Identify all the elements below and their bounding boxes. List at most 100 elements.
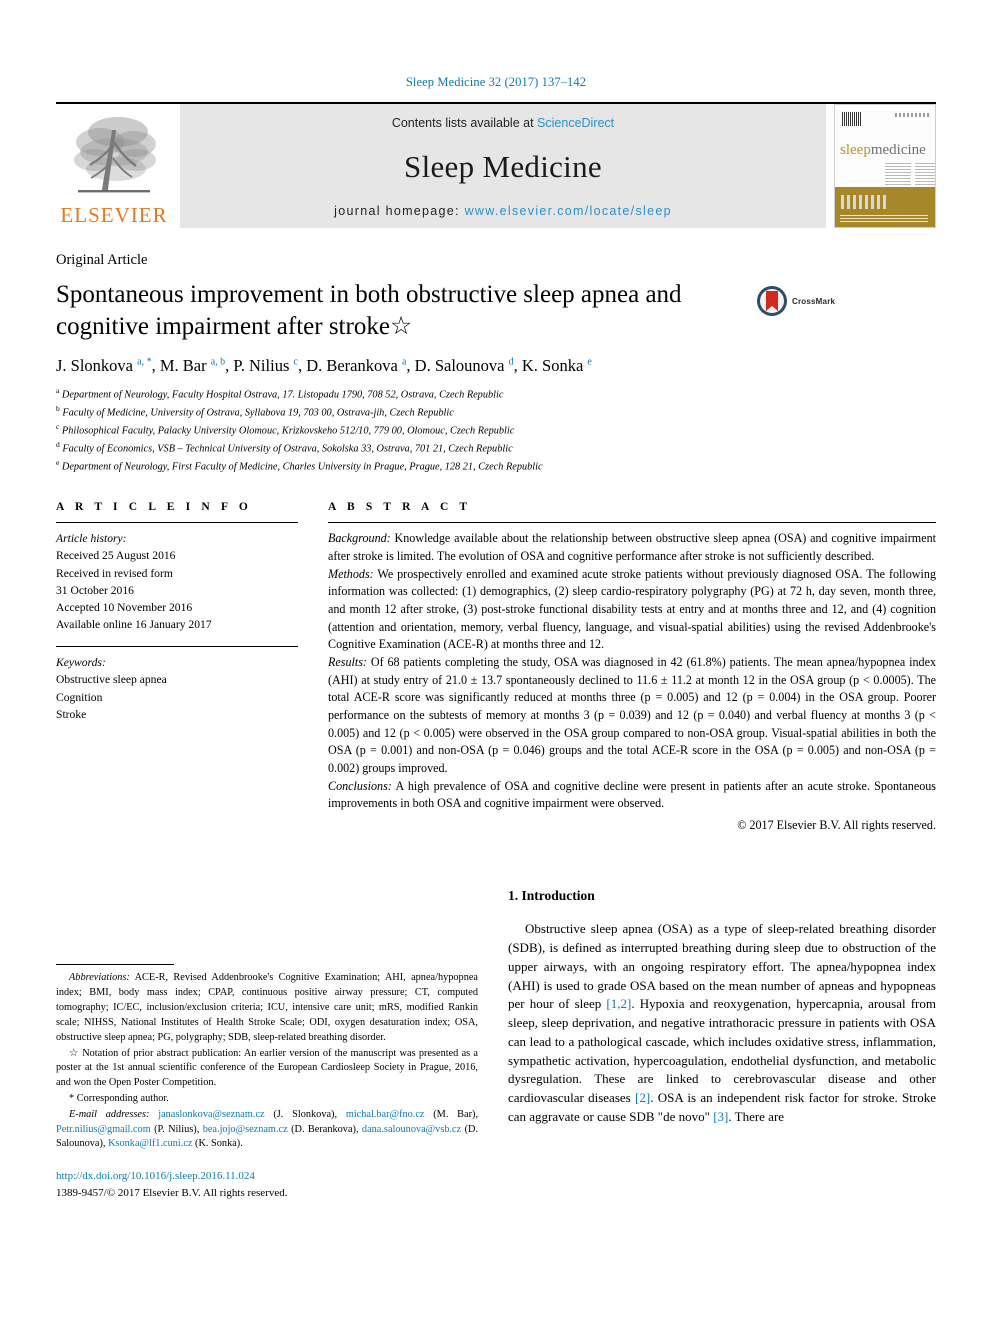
cover-title-part1: sleep: [840, 142, 871, 158]
citation-link[interactable]: [3]: [713, 1109, 728, 1124]
affiliation-mark: d: [56, 440, 60, 450]
cover-text-block-right: [915, 163, 935, 185]
abstract-background-label: Background:: [328, 531, 391, 546]
affiliation-mark: a: [56, 386, 60, 395]
cover-title: sleepmedicine: [840, 143, 932, 158]
abstract-conclusions-label: Conclusions:: [328, 778, 392, 793]
keywords-rule: [56, 646, 298, 648]
affiliation-item: b Faculty of Medicine, University of Ost…: [56, 403, 936, 421]
lower-columns: Abbreviations: ACE-R, Revised Addenbrook…: [56, 888, 936, 1308]
cover-society-logos: [841, 195, 889, 209]
history-item: Received in revised form: [56, 566, 173, 580]
email-owner: (J. Slonkova),: [273, 1108, 338, 1120]
doi-link[interactable]: http://dx.doi.org/10.1016/j.sleep.2016.1…: [56, 1168, 478, 1185]
affiliation-item: e Department of Neurology, First Faculty…: [56, 457, 936, 475]
elsevier-wordmark: ELSEVIER: [60, 203, 168, 227]
keywords-block: Keywords: Obstructive sleep apnea Cognit…: [56, 654, 298, 723]
title-row: Spontaneous improvement in both obstruct…: [56, 279, 936, 342]
email-link[interactable]: Petr.nilius@gmail.com: [56, 1124, 151, 1135]
article-type-label: Original Article: [56, 252, 148, 268]
affiliation-mark: c: [56, 422, 60, 432]
citation-link[interactable]: [1,2]: [606, 996, 631, 1011]
email-link[interactable]: bea.jojo@seznam.cz: [203, 1124, 288, 1135]
email-addresses-label: E-mail addresses:: [69, 1108, 150, 1120]
crossmark-icon: [757, 286, 787, 316]
intro-text-2: . Hypoxia and reoxygenation, hypercapnia…: [508, 996, 937, 1105]
introduction-paragraph: Obstructive sleep apnea (OSA) as a type …: [508, 920, 936, 1126]
history-item: Accepted 10 November 2016: [56, 600, 193, 614]
article-info-rule: [56, 522, 298, 524]
keyword-item: Cognition: [56, 690, 103, 704]
elsevier-tree-icon: [74, 117, 156, 193]
affiliation-text: Faculty of Medicine, University of Ostra…: [62, 407, 454, 419]
introduction-body: Obstructive sleep apnea (OSA) as a type …: [508, 920, 936, 1126]
history-item: Available online 16 January 2017: [56, 618, 212, 632]
affiliation-mark: e: [56, 458, 60, 468]
citation-link[interactable]: [2]: [635, 1090, 650, 1105]
email-link[interactable]: Ksonka@lf1.cuni.cz: [108, 1138, 192, 1149]
contents-prefix: Contents lists available at: [391, 116, 534, 130]
abstract-methods: Methods: We prospectively enrolled and e…: [328, 566, 936, 654]
affiliation-item: c Philosophical Faculty, Palacky Univers…: [56, 421, 936, 439]
abstract-heading: A B S T R A C T: [328, 501, 472, 514]
footer-block: http://dx.doi.org/10.1016/j.sleep.2016.1…: [56, 1168, 478, 1201]
affiliation-item: d Faculty of Economics, VSB – Technical …: [56, 439, 936, 457]
email-owner: (D. Berankova),: [291, 1123, 359, 1135]
email-owner: (K. Sonka).: [195, 1138, 243, 1150]
email-addresses-note: E-mail addresses: janaslonkova@seznam.cz…: [56, 1108, 478, 1152]
cover-barcode-icon: [842, 112, 862, 126]
author-list: J. Slonkova a, *, M. Bar a, b, P. Nilius…: [56, 356, 936, 376]
homepage-url-link[interactable]: www.elsevier.com/locate/sleep: [465, 204, 672, 218]
abstract-conclusions: Conclusions: A high prevalence of OSA an…: [328, 778, 936, 813]
abstract-background: Background: Knowledge available about th…: [328, 530, 936, 565]
abstract-copyright: © 2017 Elsevier B.V. All rights reserved…: [737, 817, 936, 832]
corresponding-author-note: * Corresponding author.: [69, 1092, 169, 1104]
affiliation-list: a Department of Neurology, Faculty Hospi…: [56, 385, 936, 475]
affiliation-text: Philosophical Faculty, Palacky Universit…: [61, 425, 515, 437]
article-history-label: Article history:: [56, 532, 127, 546]
cover-footer-text: [840, 215, 928, 222]
elsevier-logo: ELSEVIER: [56, 104, 172, 228]
email-link[interactable]: michal.bar@fno.cz: [346, 1109, 425, 1120]
abstract-results: Results: Of 68 patients completing the s…: [328, 654, 936, 778]
affiliation-item: a Department of Neurology, Faculty Hospi…: [56, 385, 936, 403]
homepage-prefix: journal homepage:: [334, 204, 460, 218]
affiliation-text: Faculty of Economics, VSB – Technical Un…: [62, 443, 513, 455]
cover-issue-line: [895, 113, 929, 117]
article-info-column: A R T I C L E I N F O Article history: R…: [56, 501, 328, 834]
article-info-heading: A R T I C L E I N F O: [56, 501, 252, 514]
email-link[interactable]: janaslonkova@seznam.cz: [158, 1109, 264, 1120]
email-owner: (P. Nilius),: [154, 1123, 200, 1135]
prior-publication-note: ☆ Notation of prior abstract publication…: [56, 1047, 478, 1089]
footnote-divider: [56, 964, 174, 966]
abstract-column: A B S T R A C T Background: Knowledge av…: [328, 501, 936, 834]
journal-homepage-line: journal homepage: www.elsevier.com/locat…: [334, 204, 672, 218]
affiliation-text: Department of Neurology, First Faculty o…: [61, 461, 543, 473]
crossmark-label: CrossMark: [792, 296, 836, 306]
sciencedirect-link[interactable]: ScienceDirect: [537, 116, 614, 130]
page-title: Spontaneous improvement in both obstruct…: [56, 281, 682, 340]
journal-name: Sleep Medicine: [404, 149, 602, 184]
abstract-results-label: Results:: [328, 654, 367, 669]
history-item: Received 25 August 2016: [56, 549, 176, 563]
cover-title-part2: medicine: [870, 142, 926, 158]
journal-cover-thumbnail: sleepmedicine: [834, 104, 936, 228]
masthead-center-panel: Contents lists available at ScienceDirec…: [180, 104, 826, 228]
abstract-conclusions-text: A high prevalence of OSA and cognitive d…: [328, 778, 936, 811]
abstract-rule: [328, 522, 936, 524]
abstract-methods-label: Methods:: [328, 566, 374, 581]
running-head: Sleep Medicine 32 (2017) 137–142: [405, 75, 587, 89]
issn-copyright-line: 1389-9457/© 2017 Elsevier B.V. All right…: [56, 1186, 288, 1199]
affiliation-text: Department of Neurology, Faculty Hospita…: [61, 389, 504, 401]
journal-article-page: Sleep Medicine 32 (2017) 137–142 ELSEVIE…: [0, 0, 992, 1323]
abstract-body: Background: Knowledge available about th…: [328, 530, 936, 834]
cover-text-block-left: [885, 163, 911, 185]
abbreviations-note: Abbreviations: ACE-R, Revised Addenbrook…: [56, 971, 478, 1045]
keywords-label: Keywords:: [56, 656, 106, 670]
abbreviations-label: Abbreviations:: [69, 972, 130, 984]
author-names: J. Slonkova a, *, M. Bar a, b, P. Nilius…: [56, 356, 592, 375]
crossmark-badge[interactable]: CrossMark: [756, 285, 835, 317]
contents-available-line: Contents lists available at ScienceDirec…: [392, 116, 614, 130]
abstract-results-text: Of 68 patients completing the study, OSA…: [328, 654, 936, 775]
email-link[interactable]: dana.salounova@vsb.cz: [362, 1124, 461, 1135]
